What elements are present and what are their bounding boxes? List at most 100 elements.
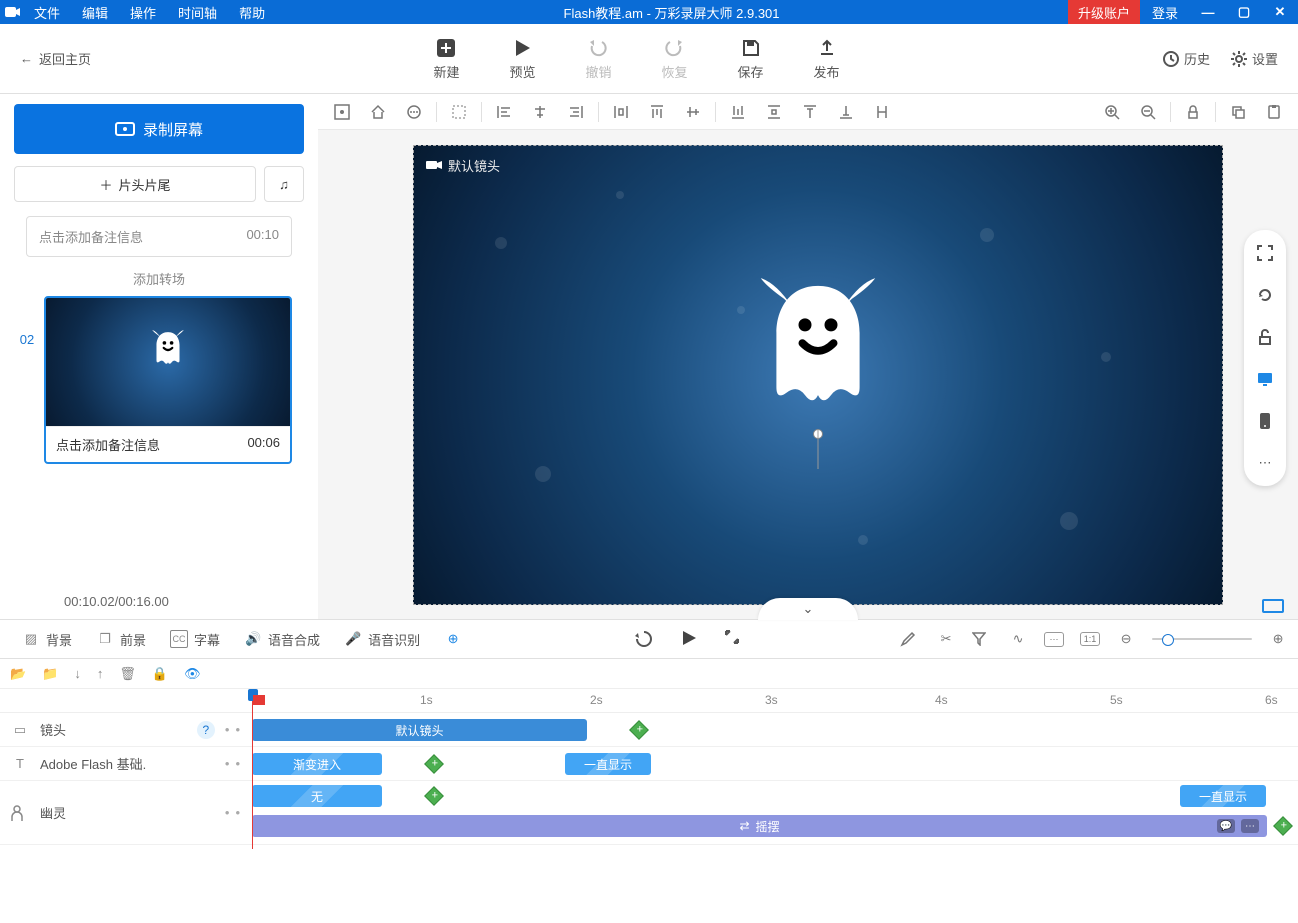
aspect-indicator[interactable] — [1262, 599, 1284, 613]
tab-foreground[interactable]: ❐前景 — [84, 630, 158, 649]
expand-button[interactable] — [724, 629, 740, 649]
menu-timeline[interactable]: 时间轴 — [168, 1, 227, 24]
upgrade-button[interactable]: 升级账户 — [1068, 0, 1140, 24]
down-arrow-icon[interactable]: ↓ — [74, 666, 81, 681]
tab-asr[interactable]: 🎤语音识别 — [332, 630, 432, 649]
zoom-slider[interactable] — [1152, 638, 1252, 640]
time-ruler[interactable]: 1s 2s 3s 4s 5s 6s — [250, 689, 1298, 712]
history-button[interactable]: 历史 — [1162, 49, 1210, 68]
scene-item-2[interactable]: 02 点击添加备注信息 00:06 — [14, 296, 304, 464]
tab-subtitle[interactable]: CC字幕 — [158, 630, 232, 649]
head-tail-button[interactable]: ＋ 片头片尾 — [14, 166, 256, 202]
align-bottom-icon[interactable] — [720, 97, 756, 127]
publish-button[interactable]: 发布 — [814, 36, 840, 81]
zoom-out-timeline-icon[interactable]: ⊖ — [1116, 631, 1136, 647]
align-right-icon[interactable] — [558, 97, 594, 127]
clip-menu-icon[interactable]: ⋯ — [1241, 819, 1259, 833]
add-camera-keyframe[interactable] — [629, 720, 649, 740]
add-transition-label[interactable]: 添加转场 — [14, 269, 304, 288]
fit-icon[interactable] — [324, 97, 360, 127]
login-button[interactable]: 登录 — [1140, 3, 1190, 22]
ghost-stay-clip[interactable]: 一直显示 — [1180, 785, 1266, 807]
chat-icon[interactable]: 💬 — [1217, 819, 1235, 833]
spacing-icon[interactable] — [864, 97, 900, 127]
text-enter-clip[interactable]: 渐变进入 — [252, 753, 382, 775]
save-button[interactable]: 保存 — [738, 36, 764, 81]
align-top-icon[interactable] — [639, 97, 675, 127]
home-icon[interactable] — [360, 97, 396, 127]
display-icon[interactable] — [1254, 368, 1276, 390]
undo-button[interactable]: 撤销 — [585, 36, 611, 81]
menu-help[interactable]: 帮助 — [229, 1, 275, 24]
align-left-icon[interactable] — [486, 97, 522, 127]
music-button[interactable]: ♫ — [264, 166, 304, 202]
bracket-icon[interactable]: ⋯ — [1044, 632, 1064, 647]
distribute-v-icon[interactable] — [756, 97, 792, 127]
more-h-icon[interactable] — [396, 97, 432, 127]
lock-track-icon[interactable]: 🔒 — [152, 666, 168, 682]
record-screen-button[interactable]: 录制屏幕 — [14, 104, 304, 154]
folder-out-icon[interactable]: 📁 — [42, 666, 58, 682]
scene-thumbnail[interactable] — [46, 298, 290, 426]
align-text-bottom-icon[interactable] — [828, 97, 864, 127]
eye-icon[interactable]: 👁 — [184, 666, 201, 682]
playhead-line[interactable] — [252, 689, 253, 849]
menu-file[interactable]: 文件 — [24, 1, 70, 24]
ghost-enter-clip[interactable]: 无 — [252, 785, 382, 807]
preview-button[interactable]: 预览 — [509, 36, 535, 81]
align-middle-icon[interactable] — [675, 97, 711, 127]
text-stay-clip[interactable]: 一直显示 — [565, 753, 651, 775]
fullscreen-icon[interactable] — [1254, 242, 1276, 264]
path-icon[interactable]: ∿ — [1008, 631, 1028, 647]
align-text-top-icon[interactable] — [792, 97, 828, 127]
maximize-button[interactable]: ▢ — [1226, 0, 1262, 24]
tab-more[interactable]: ⊕ — [432, 630, 474, 648]
folder-in-icon[interactable]: 📂 — [10, 666, 26, 682]
ratio-icon[interactable]: 1:1 — [1080, 632, 1100, 646]
timeline: 1s 2s 3s 4s 5s 6s ▭ 镜头 ? •• 默认镜头 T Adobe… — [0, 689, 1298, 845]
add-ghost-keyframe[interactable] — [424, 786, 444, 806]
cut-icon[interactable]: ✂ — [936, 631, 956, 647]
camera-clip[interactable]: 默认镜头 — [252, 719, 587, 741]
rotate-icon[interactable] — [1254, 284, 1276, 306]
ghost-element[interactable] — [753, 272, 883, 422]
lock-icon[interactable] — [1175, 97, 1211, 127]
zoom-in-timeline-icon[interactable]: ⊕ — [1268, 631, 1288, 647]
play-button[interactable] — [680, 629, 698, 649]
tab-tts[interactable]: 🔊语音合成 — [232, 630, 332, 649]
more-icon[interactable]: ⋯ — [1254, 452, 1276, 474]
add-text-keyframe[interactable] — [424, 754, 444, 774]
back-home-label: 返回主页 — [39, 49, 91, 68]
collapse-tab[interactable]: ⌄ — [758, 598, 858, 620]
unlock-icon[interactable] — [1254, 326, 1276, 348]
help-icon[interactable]: ? — [197, 721, 215, 739]
tab-background[interactable]: ▨背景 — [10, 630, 84, 649]
rewind-button[interactable] — [634, 629, 654, 649]
scene-2-note[interactable]: 点击添加备注信息 00:06 — [46, 426, 290, 462]
back-home-button[interactable]: ← 返回主页 — [0, 49, 111, 68]
playhead-flag[interactable] — [253, 695, 265, 705]
scene-1-note[interactable]: 点击添加备注信息 00:10 — [26, 216, 292, 257]
new-button[interactable]: 新建 — [433, 36, 459, 81]
redo-button[interactable]: 恢复 — [661, 36, 687, 81]
minimize-button[interactable]: — — [1190, 0, 1226, 24]
stage[interactable]: 默认镜头 — [413, 145, 1223, 605]
edit-icon[interactable] — [900, 631, 920, 647]
copy-icon[interactable] — [1220, 97, 1256, 127]
ghost-effect-clip[interactable]: ⇄ 摇摆 💬 ⋯ — [252, 815, 1267, 837]
paste-icon[interactable] — [1256, 97, 1292, 127]
zoom-out-icon[interactable] — [1130, 97, 1166, 127]
close-button[interactable]: ✕ — [1262, 0, 1298, 24]
add-effect-keyframe[interactable] — [1273, 816, 1293, 836]
trash-icon[interactable]: 🗑 — [119, 666, 136, 682]
mobile-icon[interactable] — [1254, 410, 1276, 432]
up-arrow-icon[interactable]: ↑ — [97, 666, 104, 681]
align-center-h-icon[interactable] — [522, 97, 558, 127]
select-icon[interactable] — [441, 97, 477, 127]
settings-button[interactable]: 设置 — [1230, 49, 1278, 68]
distribute-h-icon[interactable] — [603, 97, 639, 127]
menu-action[interactable]: 操作 — [120, 1, 166, 24]
zoom-in-icon[interactable] — [1094, 97, 1130, 127]
filter-icon[interactable] — [972, 632, 992, 646]
menu-edit[interactable]: 编辑 — [72, 1, 118, 24]
